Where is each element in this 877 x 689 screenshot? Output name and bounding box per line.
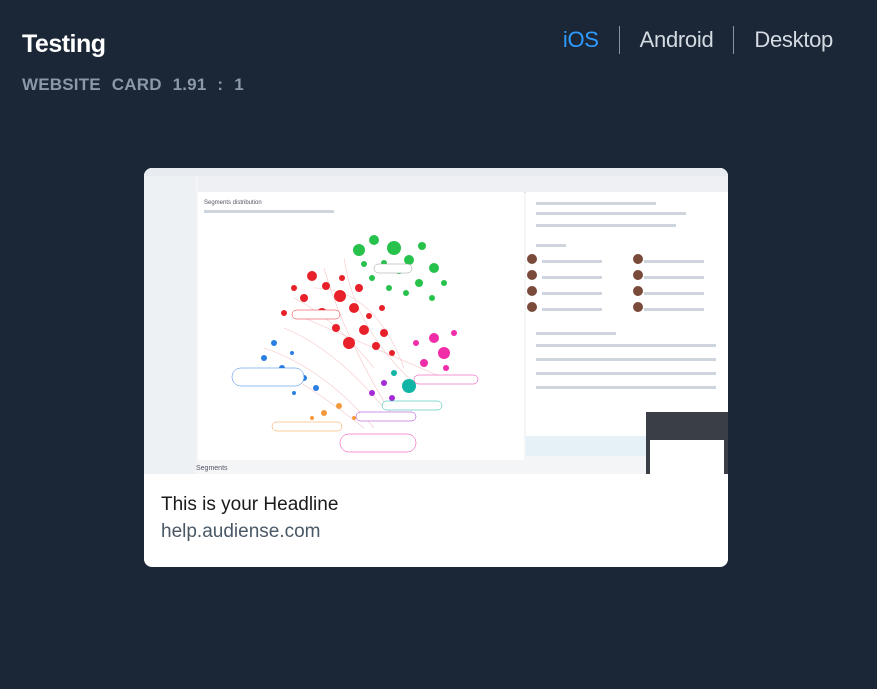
preview-chat-input bbox=[650, 440, 724, 474]
card-domain: help.audiense.com bbox=[161, 521, 321, 542]
page-title: Testing bbox=[22, 30, 106, 58]
card-headline: This is your Headline bbox=[161, 494, 339, 515]
tab-android[interactable]: Android bbox=[640, 27, 714, 53]
card-type-label: WEBSITE CARD 1.91 : 1 bbox=[22, 75, 244, 94]
tab-divider bbox=[733, 26, 735, 54]
card-preview-image: Segments distribution Segments bbox=[144, 168, 728, 474]
twitter-card-preview-panel: Testing WEBSITE CARD 1.91 : 1 iOS Androi… bbox=[0, 0, 877, 689]
tab-desktop[interactable]: Desktop bbox=[754, 27, 833, 53]
preview-network-graph bbox=[231, 235, 643, 453]
tab-ios[interactable]: iOS bbox=[563, 27, 599, 53]
card-body: This is your Headline help.audiense.com bbox=[144, 474, 728, 545]
platform-tabs: iOS Android Desktop bbox=[563, 26, 833, 54]
tab-divider bbox=[618, 26, 620, 54]
website-card[interactable]: Segments distribution Segments This is y… bbox=[144, 168, 728, 567]
